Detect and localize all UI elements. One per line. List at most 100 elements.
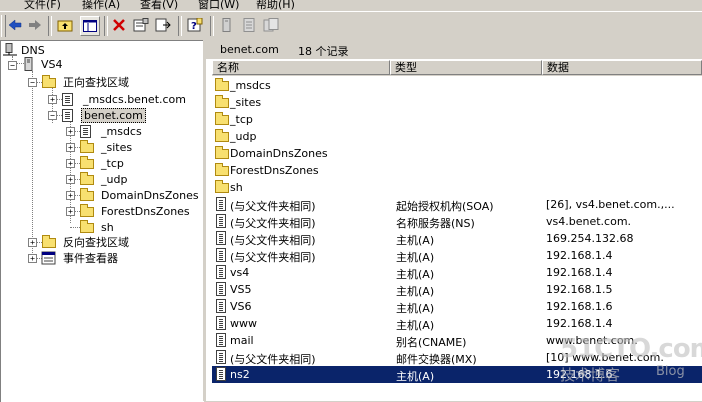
tree-label: DomainDnsZones xyxy=(101,188,199,202)
tree-item-forward-zones[interactable]: 正向查找区域 xyxy=(41,74,131,90)
record-icon xyxy=(214,265,230,280)
table-row[interactable]: (与父文件夹相同) 主机(A) 169.254.132.68 xyxy=(212,230,702,247)
table-row[interactable]: vs4 主机(A) 192.168.1.4 xyxy=(212,264,702,281)
table-row[interactable]: ns2 主机(A) 192.168.1.6 xyxy=(212,366,702,383)
document-icon[interactable] xyxy=(240,16,258,34)
expand-toggle[interactable]: + xyxy=(48,95,57,104)
cell-type: 主机(A) xyxy=(396,285,435,298)
column-name[interactable]: 名称 xyxy=(212,60,390,75)
tree-item-reverse-zones[interactable]: 反向查找区域 xyxy=(41,234,131,250)
tree-item-msdcs[interactable]: _msdcs xyxy=(79,123,144,139)
collapse-toggle[interactable]: − xyxy=(8,61,17,70)
cell-type: 邮件交换器(MX) xyxy=(396,353,477,366)
export-icon[interactable] xyxy=(154,16,172,34)
table-row[interactable]: mail 别名(CNAME) www.benet.com. xyxy=(212,332,702,349)
cell-name: VS5 xyxy=(230,283,252,296)
cell-name: ForestDnsZones xyxy=(230,164,319,177)
table-row[interactable]: DomainDnsZones xyxy=(212,145,702,162)
table-row[interactable]: VS5 主机(A) 192.168.1.5 xyxy=(212,281,702,298)
folder-icon xyxy=(214,163,230,178)
folder-icon xyxy=(79,156,95,170)
tree-item-benet-zone[interactable]: benet.com xyxy=(61,107,146,123)
properties-icon[interactable] xyxy=(132,16,150,34)
tree-item-msdcs-zone[interactable]: _msdcs.benet.com xyxy=(61,91,188,107)
cell-type: 别名(CNAME) xyxy=(396,336,467,349)
console-tree[interactable]: DNS − VS4 − 正向查找区域 + _msdcs.benet.com − … xyxy=(0,40,204,402)
tree-item-sites[interactable]: _sites xyxy=(79,139,134,155)
column-data[interactable]: 数据 xyxy=(542,60,702,75)
record-icon xyxy=(214,367,230,382)
table-row[interactable]: sh xyxy=(212,179,702,196)
table-row[interactable]: (与父文件夹相同) 名称服务器(NS) vs4.benet.com. xyxy=(212,213,702,230)
cell-type: 主机(A) xyxy=(396,234,435,247)
cell-name: _msdcs xyxy=(230,79,271,92)
table-row[interactable]: (与父文件夹相同) 主机(A) 192.168.1.4 xyxy=(212,247,702,264)
cell-type: 主机(A) xyxy=(396,251,435,264)
menu-help[interactable]: 帮助(H) xyxy=(256,0,295,10)
tree-label-dns: DNS xyxy=(21,43,45,57)
cell-type: 主机(A) xyxy=(396,268,435,281)
folder-icon xyxy=(214,180,230,195)
table-row[interactable]: ForestDnsZones xyxy=(212,162,702,179)
menu-view[interactable]: 查看(V) xyxy=(140,0,178,10)
delete-icon[interactable] xyxy=(110,16,128,34)
folder-icon xyxy=(79,220,95,234)
expand-toggle[interactable]: + xyxy=(66,127,75,136)
cell-data: [26], vs4.benet.com.,... xyxy=(546,198,675,211)
expand-toggle[interactable]: + xyxy=(66,159,75,168)
table-row[interactable]: www 主机(A) 192.168.1.4 xyxy=(212,315,702,332)
table-row[interactable]: (与父文件夹相同) 起始授权机构(SOA) [26], vs4.benet.com.… xyxy=(212,196,702,213)
cell-data: 169.254.132.68 xyxy=(546,232,634,245)
help-icon[interactable]: ? xyxy=(186,16,204,34)
expand-toggle[interactable]: + xyxy=(66,175,75,184)
results-pane: benet.com 18 个记录 名称 类型 数据 _msdcs _sites _t… xyxy=(206,40,702,401)
cell-data: 192.168.1.6 xyxy=(546,368,613,381)
collapse-toggle[interactable]: − xyxy=(28,78,37,87)
table-row[interactable]: _msdcs xyxy=(212,77,702,94)
tree-item-forestdnszones[interactable]: ForestDnsZones xyxy=(79,203,192,219)
toolbar-separator xyxy=(48,16,52,36)
table-row[interactable]: _tcp xyxy=(212,111,702,128)
expand-toggle[interactable]: + xyxy=(66,207,75,216)
collapse-toggle[interactable]: − xyxy=(48,111,57,120)
zone-icon[interactable] xyxy=(262,16,280,34)
toolbar-separator xyxy=(104,16,108,36)
tree-item-event-viewer[interactable]: 事件查看器 xyxy=(41,250,120,266)
menu-file[interactable]: 文件(F) xyxy=(24,0,61,10)
up-folder-icon[interactable] xyxy=(56,16,74,34)
cell-name: _sites xyxy=(230,96,262,109)
folder-icon xyxy=(214,78,230,93)
cell-name: (与父文件夹相同) xyxy=(230,217,316,230)
table-row[interactable]: _udp xyxy=(212,128,702,145)
expand-toggle[interactable]: + xyxy=(28,254,37,263)
cell-name: mail xyxy=(230,334,254,347)
expand-toggle[interactable]: + xyxy=(28,238,37,247)
folder-icon xyxy=(214,146,230,161)
cell-name: (与父文件夹相同) xyxy=(230,251,316,264)
menu-window[interactable]: 窗口(W) xyxy=(198,0,239,10)
forward-arrow-icon[interactable] xyxy=(26,16,44,34)
tree-label: _msdcs xyxy=(101,124,142,138)
table-row[interactable]: _sites xyxy=(212,94,702,111)
cell-data: 192.168.1.4 xyxy=(546,266,613,279)
tree-label-reverse-zones: 反向查找区域 xyxy=(63,236,129,249)
table-row[interactable]: VS6 主机(A) 192.168.1.6 xyxy=(212,298,702,315)
expand-toggle[interactable]: + xyxy=(66,143,75,152)
dns-icon xyxy=(3,43,17,57)
tree-item-server[interactable]: VS4 xyxy=(23,56,65,72)
expand-toggle[interactable]: + xyxy=(66,191,75,200)
back-arrow-icon[interactable] xyxy=(6,16,24,34)
server-icon[interactable] xyxy=(218,16,236,34)
cell-data: 192.168.1.6 xyxy=(546,300,613,313)
tree-item-domaindnszones[interactable]: DomainDnsZones xyxy=(79,187,201,203)
column-type[interactable]: 类型 xyxy=(390,60,542,75)
show-tree-icon[interactable] xyxy=(80,16,100,36)
tree-item-sh[interactable]: sh xyxy=(79,219,116,235)
tree-item-tcp[interactable]: _tcp xyxy=(79,155,126,171)
record-icon xyxy=(214,214,230,229)
tree-item-udp[interactable]: _udp xyxy=(79,171,129,187)
table-row[interactable]: (与父文件夹相同) 邮件交换器(MX) [10] www.benet.com. xyxy=(212,349,702,366)
cell-name: vs4 xyxy=(230,266,250,279)
folder-icon xyxy=(41,75,57,89)
menu-action[interactable]: 操作(A) xyxy=(82,0,120,10)
